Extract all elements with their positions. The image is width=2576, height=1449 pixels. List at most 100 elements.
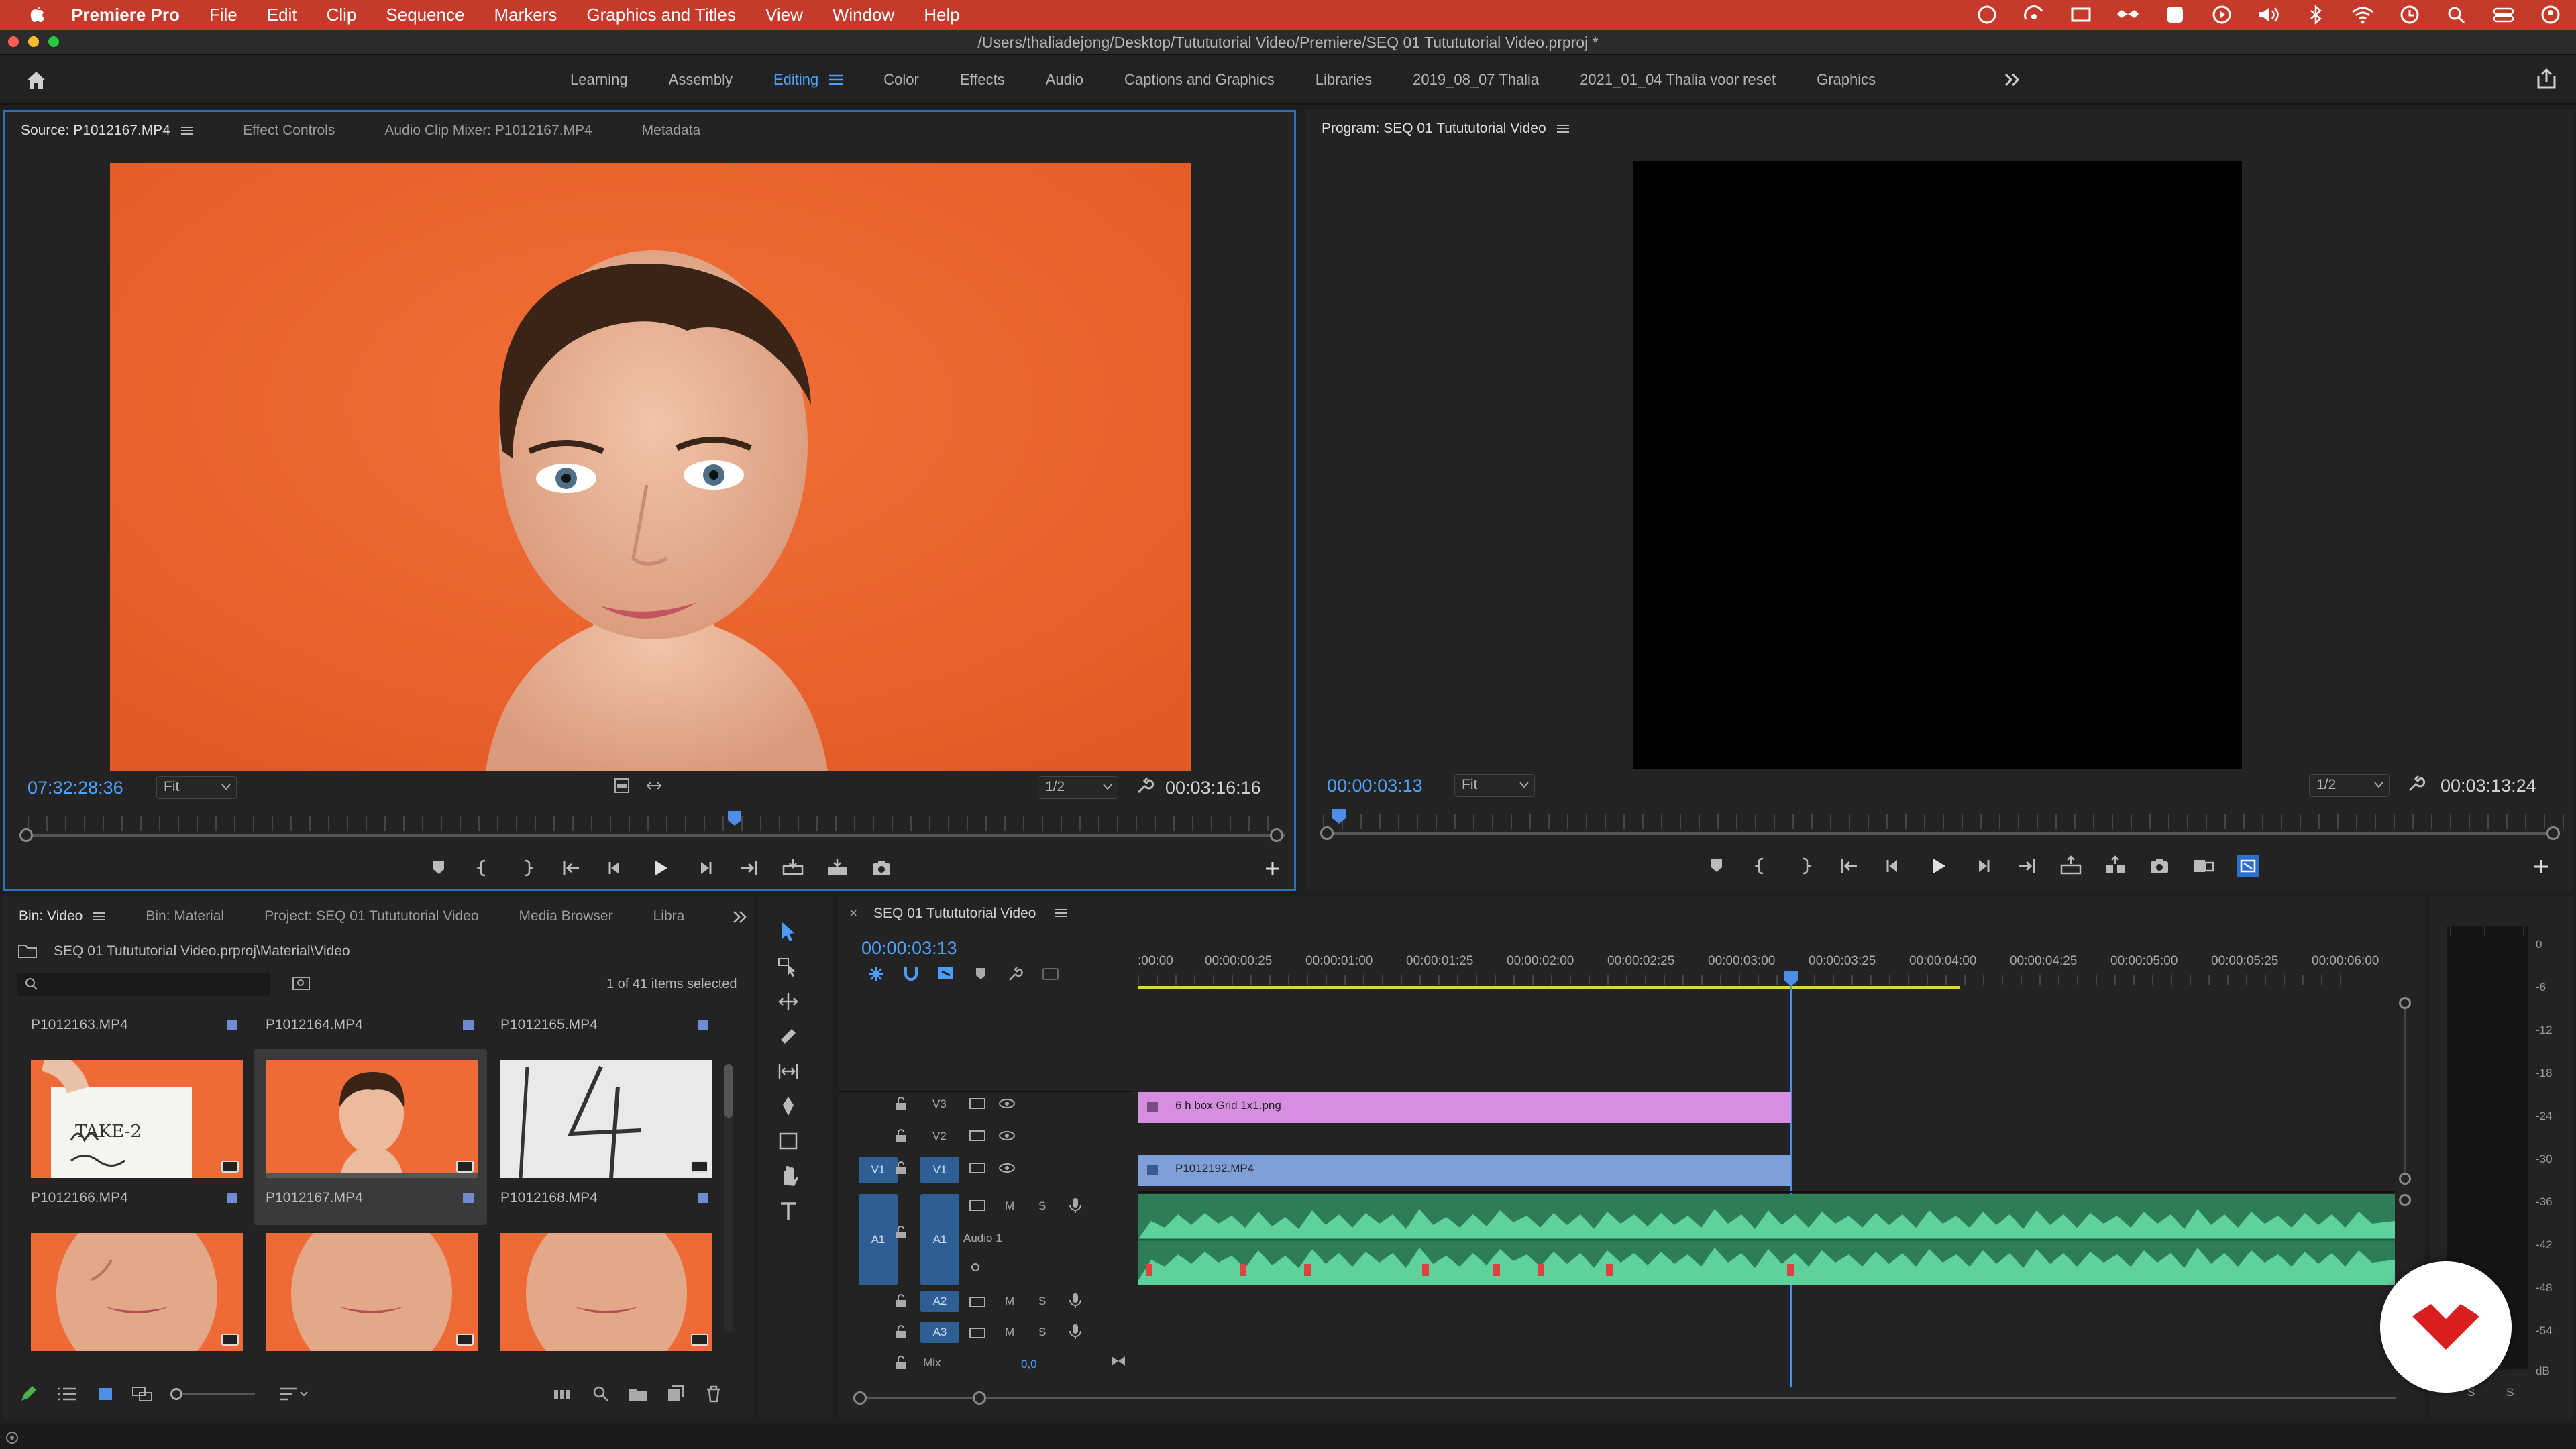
- track-a2-label[interactable]: A2: [920, 1291, 959, 1312]
- lock-icon[interactable]: [894, 1293, 908, 1308]
- workspace-tab-editing[interactable]: Editing: [773, 71, 843, 89]
- menu-icon[interactable]: [1556, 124, 1569, 133]
- scrollbar-right-handle[interactable]: [1270, 828, 1283, 842]
- proxy-toggle-icon[interactable]: [2237, 855, 2259, 877]
- clip-thumbnail-p1012166[interactable]: [31, 1233, 243, 1351]
- new-bin-icon[interactable]: [628, 1385, 648, 1403]
- workspace-tab-captions[interactable]: Captions and Graphics: [1124, 71, 1275, 89]
- lock-icon[interactable]: [894, 1355, 908, 1370]
- microphone-icon[interactable]: [1068, 1197, 1083, 1214]
- apple-icon[interactable]: [23, 0, 52, 30]
- clip-name-p1012167[interactable]: P1012167.MP4: [266, 1190, 363, 1206]
- workspace-tab-graphics[interactable]: Graphics: [1817, 71, 1876, 89]
- step-back-icon[interactable]: [1882, 855, 1905, 877]
- tab-metadata[interactable]: Metadata: [642, 123, 701, 139]
- clip-thumbnail-p1012163[interactable]: TAKE-2: [31, 1060, 243, 1178]
- source-resolution-dropdown[interactable]: 1/2: [1038, 776, 1118, 799]
- rectangle-tool-icon[interactable]: [777, 1130, 800, 1152]
- list-view-icon[interactable]: [56, 1385, 78, 1403]
- scrollbar-left-handle[interactable]: [1320, 826, 1334, 840]
- mark-in-icon[interactable]: [472, 857, 494, 879]
- audio-marker[interactable]: [1538, 1264, 1544, 1276]
- bin-search-input[interactable]: [17, 973, 270, 996]
- mark-in-icon[interactable]: [1750, 855, 1772, 877]
- microphone-icon[interactable]: [1068, 1323, 1083, 1340]
- menu-file[interactable]: File: [209, 5, 237, 25]
- lock-icon[interactable]: [894, 1128, 908, 1143]
- lock-icon[interactable]: [894, 1225, 908, 1240]
- add-marker-icon[interactable]: [1705, 855, 1728, 877]
- solo-button[interactable]: S: [1038, 1326, 1046, 1339]
- icon-view-icon[interactable]: [95, 1385, 115, 1403]
- sort-icons-icon[interactable]: [279, 1385, 309, 1403]
- program-zoom-dropdown[interactable]: Fit: [1454, 774, 1535, 797]
- tab-bin-video[interactable]: Bin: Video: [19, 908, 106, 924]
- keyframe-icon[interactable]: [967, 1260, 985, 1275]
- add-button-icon[interactable]: [1263, 859, 1282, 878]
- mute-button[interactable]: M: [1005, 1199, 1014, 1213]
- audio-marker[interactable]: [1146, 1264, 1152, 1276]
- extract-icon[interactable]: [2104, 855, 2127, 877]
- sync-lock-icon[interactable]: [969, 1128, 986, 1143]
- menu-edit[interactable]: Edit: [267, 5, 297, 25]
- play-stop-icon[interactable]: [649, 857, 672, 879]
- linked-selection-icon[interactable]: [936, 965, 955, 983]
- menu-icon[interactable]: [1055, 908, 1067, 918]
- workspace-tab-libraries[interactable]: Libraries: [1316, 71, 1372, 89]
- sync-lock-icon[interactable]: [969, 1096, 986, 1111]
- program-video-frame[interactable]: [1633, 161, 2242, 769]
- program-timecode[interactable]: 00:00:03:13: [1327, 775, 1423, 796]
- tab-libraries[interactable]: Libra: [653, 908, 685, 924]
- hover-scrub-bar[interactable]: [266, 1173, 478, 1178]
- export-frame-icon[interactable]: [870, 857, 893, 879]
- hand-tool-icon[interactable]: [777, 1165, 800, 1187]
- source-zoom-scrollbar[interactable]: [23, 834, 1285, 837]
- tab-media-browser[interactable]: Media Browser: [519, 908, 613, 924]
- source-video-frame[interactable]: [110, 163, 1191, 771]
- source-a1-patch[interactable]: A1: [859, 1194, 898, 1285]
- clip-name-p1012168[interactable]: P1012168.MP4: [500, 1190, 598, 1206]
- menu-icon[interactable]: [93, 912, 106, 921]
- menu-view[interactable]: View: [765, 5, 803, 25]
- more-tabs-icon[interactable]: [731, 908, 749, 926]
- pen-tool-icon[interactable]: [777, 1095, 800, 1118]
- status-icon[interactable]: [4, 1430, 20, 1446]
- track-select-tool-icon[interactable]: [777, 955, 800, 978]
- workspace-tab-color[interactable]: Color: [883, 71, 919, 89]
- track-v2-label[interactable]: V2: [932, 1130, 947, 1143]
- sync-lock-icon[interactable]: [969, 1326, 986, 1340]
- tab-source[interactable]: Source: P1012167.MP4: [21, 123, 193, 139]
- workspace-tab-assembly[interactable]: Assembly: [669, 71, 733, 89]
- screen-icon[interactable]: [2069, 5, 2093, 25]
- workspace-tab-effects[interactable]: Effects: [960, 71, 1005, 89]
- tab-program[interactable]: Program: SEQ 01 Tutututorial Video: [1322, 121, 1569, 137]
- source-timecode[interactable]: 07:32:28:36: [28, 777, 123, 798]
- program-resolution-dropdown[interactable]: 1/2: [2309, 774, 2390, 797]
- scrollbar-left-handle[interactable]: [853, 1391, 867, 1405]
- graphic-clip[interactable]: 6 h box Grid 1x1.png: [1138, 1092, 1791, 1123]
- insert-icon[interactable]: [782, 857, 804, 879]
- export-frame-icon[interactable]: [2148, 855, 2171, 877]
- program-zoom-scrollbar[interactable]: [1326, 832, 2560, 835]
- play-icon[interactable]: [2210, 5, 2234, 25]
- type-tool-icon[interactable]: [777, 1199, 800, 1222]
- audio-scroll-top-handle[interactable]: [2399, 1194, 2411, 1206]
- step-forward-icon[interactable]: [1971, 855, 1994, 877]
- mute-button[interactable]: M: [1005, 1295, 1014, 1308]
- go-to-out-icon[interactable]: [2015, 855, 2038, 877]
- timeline-zoom-scrollbar[interactable]: [860, 1397, 2396, 1399]
- more-workspaces-icon[interactable]: [2002, 70, 2022, 90]
- bluetooth-icon[interactable]: [2304, 5, 2328, 25]
- sync-icon[interactable]: [2022, 5, 2046, 25]
- bin-scrollbar[interactable]: [724, 1064, 733, 1332]
- tab-bin-material[interactable]: Bin: Material: [146, 908, 224, 924]
- new-item-icon[interactable]: [665, 1385, 684, 1403]
- clip-thumbnail-p1012167-top[interactable]: [266, 1060, 478, 1178]
- lock-icon[interactable]: [894, 1324, 908, 1339]
- source-playhead[interactable]: [727, 810, 743, 827]
- comparison-view-icon[interactable]: [2192, 855, 2215, 877]
- clip-name-p1012165[interactable]: P1012165.MP4: [500, 1017, 598, 1033]
- step-forward-icon[interactable]: [693, 857, 716, 879]
- add-marker-icon[interactable]: [427, 857, 450, 879]
- eye-icon[interactable]: [998, 1128, 1016, 1143]
